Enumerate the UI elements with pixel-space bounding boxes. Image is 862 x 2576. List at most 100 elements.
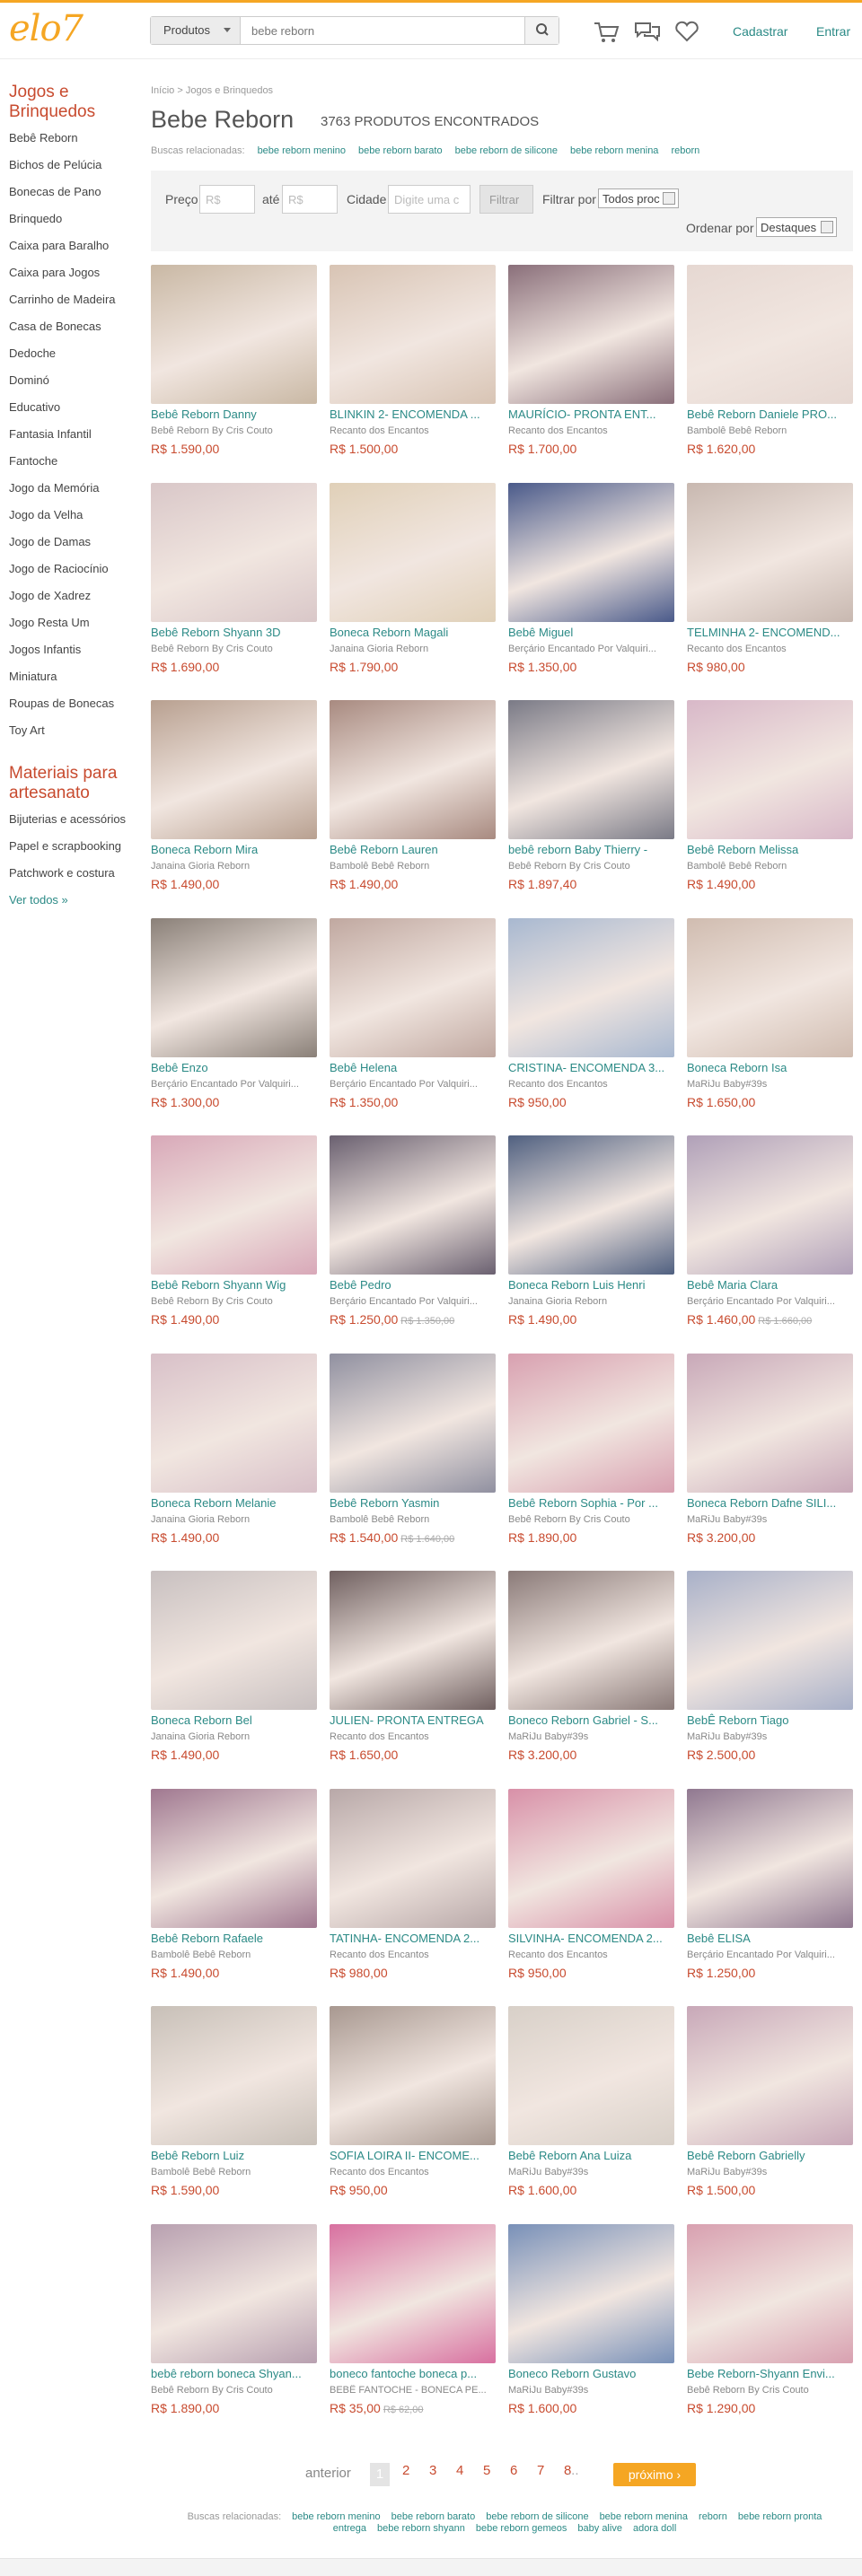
product-shop[interactable]: BEBÊ FANTOCHE - BONECA PE... — [330, 2385, 496, 2396]
product-name[interactable]: Boneca Reborn Magali — [330, 626, 496, 639]
product-shop[interactable]: Berçário Encantado Por Valquiri... — [687, 1950, 853, 1960]
sidebar-item[interactable]: Jogos Infantis — [9, 643, 135, 656]
sidebar-item[interactable]: Fantoche — [9, 454, 135, 468]
product-name[interactable]: Bebê ELISA — [687, 1932, 853, 1945]
pager-page[interactable]: 2 — [402, 2463, 409, 2478]
sidebar-item[interactable]: Caixa para Baralho — [9, 239, 135, 252]
sidebar-item[interactable]: Dominó — [9, 373, 135, 387]
product-card[interactable]: SOFIA LOIRA II- ENCOME... Recanto dos Enc… — [330, 2006, 496, 2212]
product-image[interactable] — [151, 2223, 317, 2363]
product-name[interactable]: Bebê Reborn Danny — [151, 407, 317, 421]
related-search-link[interactable]: bebe reborn menino — [258, 145, 346, 156]
footer-related-link[interactable]: bebe reborn gemeos — [476, 2523, 567, 2534]
product-name[interactable]: CRISTINA- ENCOMENDA 3... — [508, 1061, 674, 1074]
product-shop[interactable]: Bambolê Bebê Reborn — [330, 861, 496, 872]
product-shop[interactable]: Bambolê Bebê Reborn — [687, 861, 853, 872]
product-card[interactable]: Boneca Reborn Luis Henri Janaina Gioria R… — [508, 1135, 674, 1342]
product-shop[interactable]: MaRiJu Baby#39s — [687, 1079, 853, 1090]
product-shop[interactable]: Janaina Gioria Reborn — [151, 861, 317, 872]
product-shop[interactable]: Bambolê Bebê Reborn — [687, 425, 853, 436]
product-image[interactable] — [330, 265, 496, 404]
product-image[interactable] — [687, 1571, 853, 1710]
cart-icon[interactable] — [591, 18, 621, 45]
sidebar-item[interactable]: Educativo — [9, 400, 135, 414]
sidebar-item[interactable]: Miniatura — [9, 670, 135, 683]
product-name[interactable]: bebê reborn Baby Thierry - — [508, 843, 674, 856]
product-shop[interactable]: Bebê Reborn By Cris Couto — [687, 2385, 853, 2396]
product-shop[interactable]: MaRiJu Baby#39s — [508, 2385, 674, 2396]
product-name[interactable]: TELMINHA 2- ENCOMEND... — [687, 626, 853, 639]
product-card[interactable]: Bebê Reborn Sophia - Por ... Bebê Reborn … — [508, 1353, 674, 1560]
product-image[interactable] — [508, 917, 674, 1057]
footer-related-link[interactable]: bebe reborn menina — [600, 2511, 688, 2522]
product-shop[interactable]: Berçário Encantado Por Valquiri... — [151, 1079, 317, 1090]
pager-current[interactable]: 1 — [370, 2463, 390, 2486]
footer-related-link[interactable]: bebe reborn de silicone — [486, 2511, 588, 2522]
product-shop[interactable]: Janaina Gioria Reborn — [151, 1514, 317, 1525]
product-image[interactable] — [687, 482, 853, 622]
sidebar-item[interactable]: Caixa para Jogos — [9, 266, 135, 279]
product-card[interactable]: Boneco Reborn Gabriel - S... MaRiJu Baby#… — [508, 1571, 674, 1777]
product-image[interactable] — [508, 1788, 674, 1928]
product-image[interactable] — [330, 917, 496, 1057]
product-shop[interactable]: MaRiJu Baby#39s — [508, 2167, 674, 2177]
sidebar-item[interactable]: Jogo Resta Um — [9, 616, 135, 629]
product-image[interactable] — [508, 1353, 674, 1493]
sidebar-item[interactable]: Jogo de Xadrez — [9, 589, 135, 602]
product-image[interactable] — [687, 2006, 853, 2145]
product-card[interactable]: Bebe Reborn-Shyann Envi... Bebê Reborn By… — [687, 2223, 853, 2431]
sidebar-item[interactable]: Carrinho de Madeira — [9, 293, 135, 306]
product-image[interactable] — [330, 1571, 496, 1710]
product-card[interactable]: Bebê Reborn Gabrielly MaRiJu Baby#39s R$ 1… — [687, 2006, 853, 2212]
search-input[interactable] — [251, 22, 521, 39]
product-name[interactable]: Boneca Reborn Isa — [687, 1061, 853, 1074]
product-shop[interactable]: MaRiJu Baby#39s — [508, 1731, 674, 1742]
product-shop[interactable]: Recanto dos Encantos — [330, 1950, 496, 1960]
product-name[interactable]: Boneco Reborn Gustavo — [508, 2367, 674, 2380]
product-card[interactable]: JULIEN- PRONTA ENTREGA Recanto dos Encant… — [330, 1571, 496, 1777]
product-card[interactable]: Bebê Reborn Shyann 3D Bebê Reborn By Cris… — [151, 482, 317, 689]
sidebar-item[interactable]: Bichos de Pelúcia — [9, 158, 135, 171]
product-image[interactable] — [330, 2223, 496, 2363]
pager-page[interactable]: 5 — [483, 2463, 490, 2478]
product-image[interactable] — [687, 917, 853, 1057]
product-name[interactable]: BebÊ Reborn Tiago — [687, 1713, 853, 1727]
sidebar-item[interactable]: Bebê Reborn — [9, 131, 135, 145]
product-name[interactable]: Bebê Maria Clara — [687, 1278, 853, 1292]
product-shop[interactable]: Recanto dos Encantos — [508, 425, 674, 436]
product-card[interactable]: Boneca Reborn Magali Janaina Gioria Rebor… — [330, 482, 496, 689]
footer-related-link[interactable]: bebe reborn shyann — [377, 2523, 465, 2534]
footer-related-link[interactable]: adora doll — [633, 2523, 676, 2534]
product-name[interactable]: Bebê Enzo — [151, 1061, 317, 1074]
product-image[interactable] — [151, 1571, 317, 1710]
product-card[interactable]: Bebê Reborn Luiz Bambolê Bebê Reborn R$ 1.… — [151, 2006, 317, 2212]
sidebar-item[interactable]: Jogo de Raciocínio — [9, 562, 135, 575]
filter-button[interactable]: Filtrar — [479, 185, 533, 214]
sidebar-item[interactable]: Brinquedo — [9, 212, 135, 225]
product-image[interactable] — [330, 700, 496, 839]
product-image[interactable] — [151, 482, 317, 622]
sidebar-item[interactable]: Bonecas de Pano — [9, 185, 135, 198]
product-name[interactable]: Boneco Reborn Gabriel - S... — [508, 1713, 674, 1727]
product-name[interactable]: Bebê Reborn Sophia - Por ... — [508, 1496, 674, 1510]
product-name[interactable]: Bebê Reborn Daniele PRO... — [687, 407, 853, 421]
product-image[interactable] — [151, 917, 317, 1057]
product-shop[interactable]: Bebê Reborn By Cris Couto — [151, 1296, 317, 1307]
product-card[interactable]: boneco fantoche boneca p... BEBÊ FANTOCHE… — [330, 2223, 496, 2431]
product-card[interactable]: Bebê Reborn Ana Luiza MaRiJu Baby#39s R$ 1… — [508, 2006, 674, 2212]
sidebar-item[interactable]: Fantasia Infantil — [9, 427, 135, 441]
product-name[interactable]: Boneca Reborn Melanie — [151, 1496, 317, 1510]
pager-page[interactable]: 3 — [429, 2463, 436, 2478]
site-logo[interactable]: elo7 — [9, 8, 84, 49]
product-name[interactable]: Bebê Reborn Luiz — [151, 2149, 317, 2162]
product-name[interactable]: Boneca Reborn Bel — [151, 1713, 317, 1727]
heart-icon[interactable] — [672, 18, 702, 45]
product-shop[interactable]: Janaina Gioria Reborn — [508, 1296, 674, 1307]
product-name[interactable]: MAURÍCIO- PRONTA ENT... — [508, 407, 674, 421]
product-name[interactable]: Bebê Reborn Shyann 3D — [151, 626, 317, 639]
product-shop[interactable]: Bebê Reborn By Cris Couto — [508, 1514, 674, 1525]
product-image[interactable] — [508, 1135, 674, 1275]
product-card[interactable]: TELMINHA 2- ENCOMEND... Recanto dos Encan… — [687, 482, 853, 689]
product-shop[interactable]: Berçário Encantado Por Valquiri... — [330, 1296, 496, 1307]
related-search-link[interactable]: bebe reborn barato — [358, 145, 443, 156]
